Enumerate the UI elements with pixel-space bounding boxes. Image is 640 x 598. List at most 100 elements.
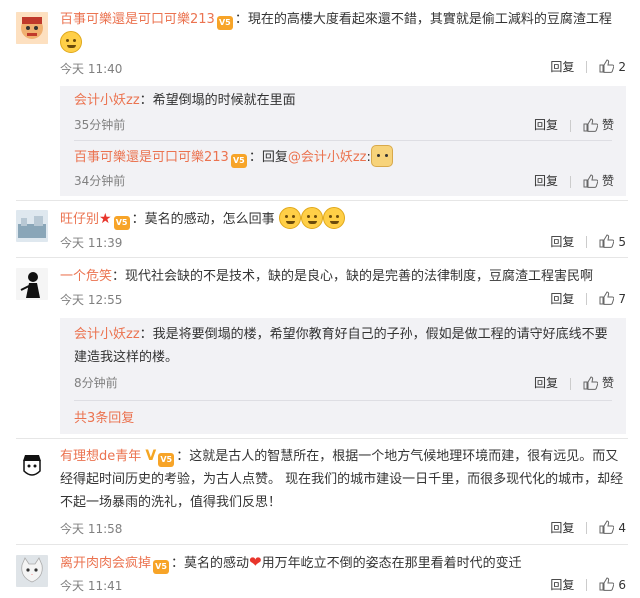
- divider: [569, 119, 571, 132]
- reply-button[interactable]: 回复: [550, 576, 574, 593]
- comment-actions: 回复 4: [550, 519, 626, 536]
- like-count: 2: [618, 59, 626, 74]
- username[interactable]: 旺仔别: [60, 212, 99, 227]
- mention-link[interactable]: @会计小妖zz: [288, 150, 367, 165]
- reply-button[interactable]: 回复: [550, 233, 574, 250]
- reply-button[interactable]: 回复: [534, 174, 558, 188]
- thumbs-up-icon: [583, 118, 598, 132]
- comment-actions: 回复 6: [550, 576, 626, 593]
- comment-3: 一个危笑：现代社会缺的不是技术，缺的是良心，缺的是完善的法律制度，豆腐渣工程害民…: [0, 258, 640, 438]
- heart-icon: ❤: [249, 553, 262, 571]
- username[interactable]: 有理想de青年: [60, 449, 141, 464]
- sub-reply-time: 35分钟前: [74, 118, 126, 132]
- comment-actions: 回复 7: [550, 290, 626, 307]
- comment-time: 今天 11:39: [60, 236, 123, 250]
- avatar[interactable]: [16, 555, 48, 587]
- sub-reply-actions: 回复 赞: [534, 172, 614, 189]
- avatar[interactable]: [16, 12, 48, 44]
- username[interactable]: 一个危笑: [60, 269, 112, 284]
- comment-time: 今天 11:40: [60, 62, 123, 76]
- sub-reply-box: 会计小妖zz：希望倒塌的时候就在里面 35分钟前 回复赞 百事可樂還是可口可樂2…: [60, 86, 626, 196]
- like-count: 5: [618, 234, 626, 249]
- reply-button[interactable]: 回复: [534, 118, 558, 132]
- like-label: 赞: [601, 376, 614, 390]
- sub-reply-time: 8分钟前: [74, 376, 118, 390]
- level-badge-icon: V5: [230, 154, 247, 168]
- reply-button[interactable]: 回复: [534, 376, 558, 390]
- like-button[interactable]: 赞: [583, 118, 614, 132]
- comment-1: 百事可樂還是可口可樂213 V5 ：現在的高樓大度看起來還不錯，其實就是偷工減料的豆…: [0, 0, 640, 200]
- comment-time: 今天 11:41: [60, 579, 123, 593]
- divider: [586, 521, 588, 534]
- thumbs-up-icon: [599, 520, 615, 535]
- reply-button[interactable]: 回复: [550, 58, 574, 75]
- grin-emoji-icon: [322, 207, 345, 229]
- like-button[interactable]: 赞: [583, 376, 614, 390]
- thumbs-up-icon: [583, 376, 598, 390]
- comment-text: ：現在的高樓大度看起來還不錯，其實就是偷工減料的豆腐渣工程: [234, 12, 612, 27]
- comment-5: 离开肉肉会疯掉 V5 ：莫名的感动❤用万年屹立不倒的姿态在那里看着时代的变迁 今天 …: [0, 545, 640, 598]
- avatar[interactable]: [16, 268, 48, 300]
- like-button[interactable]: 赞: [583, 174, 614, 188]
- divider: [569, 175, 571, 188]
- star-badge-icon: ★: [99, 211, 112, 227]
- verified-v-icon: V: [145, 448, 157, 464]
- sub-divider: [74, 400, 612, 401]
- like-button[interactable]: 4: [599, 520, 626, 535]
- username[interactable]: 百事可樂還是可口可樂213: [60, 12, 215, 27]
- like-label: 赞: [601, 174, 614, 188]
- divider: [586, 292, 588, 305]
- like-button[interactable]: 5: [599, 234, 626, 249]
- like-label: 赞: [601, 118, 614, 132]
- comment-actions: 回复 2: [550, 58, 626, 75]
- sub-divider: [74, 140, 612, 141]
- comment-2: 旺仔别★ V5 ：莫名的感动，怎么回事 今天 11:39 回复 5: [0, 200, 640, 256]
- divider: [586, 235, 588, 248]
- divider: [586, 60, 588, 73]
- like-button[interactable]: 6: [599, 577, 626, 592]
- thumbs-up-icon: [599, 291, 615, 306]
- sub-username[interactable]: 会计小妖zz: [74, 327, 140, 342]
- comment-time: 今天 11:58: [60, 522, 123, 536]
- like-count: 6: [618, 577, 626, 592]
- username[interactable]: 离开肉肉会疯掉: [60, 556, 151, 571]
- avatar[interactable]: [16, 210, 48, 242]
- sub-reply-text: ：希望倒塌的时候就在里面: [139, 93, 296, 108]
- reply-button[interactable]: 回复: [550, 519, 574, 536]
- comment-4: 有理想de青年 V V5 ：这就是古人的智慧所在，根据一个地方气候地理环境而建，很有…: [0, 439, 640, 543]
- sub-reply-text: ：回复: [248, 150, 288, 165]
- level-badge-icon: V5: [113, 216, 130, 230]
- avatar[interactable]: [16, 449, 48, 481]
- sub-username[interactable]: 会计小妖zz: [74, 93, 140, 108]
- divider: [586, 578, 588, 591]
- sub-reply-box: 会计小妖zz：我是将要倒塌的楼，希望你教育好自己的子孙，假如是做工程的请守好底线…: [60, 318, 626, 434]
- comment-text: ：现代社会缺的不是技术，缺的是良心，缺的是完善的法律制度，豆腐渣工程害民啊: [112, 269, 594, 284]
- like-button[interactable]: 7: [599, 291, 626, 306]
- grin-emoji-icon: [278, 207, 301, 229]
- sub-reply-text: ：我是将要倒塌的楼，希望你教育好自己的子孙，假如是做工程的请守好底线不要建造我这…: [74, 327, 608, 365]
- thumbs-up-icon: [599, 234, 615, 249]
- comment-text: ：莫名的感动: [171, 556, 250, 571]
- view-more-replies-link[interactable]: 共3条回复: [74, 407, 134, 426]
- comment-time: 今天 12:55: [60, 293, 123, 307]
- grin-emoji-icon: [300, 207, 323, 229]
- sub-reply-actions: 回复 赞: [534, 116, 614, 133]
- sub-reply-time: 34分钟前: [74, 174, 126, 188]
- level-badge-icon: V5: [153, 560, 170, 574]
- reply-button[interactable]: 回复: [550, 290, 574, 307]
- comment-text: ：莫名的感动，怎么回事: [131, 212, 275, 227]
- thumbs-up-icon: [599, 59, 615, 74]
- comment-actions: 回复 5: [550, 233, 626, 250]
- level-badge-icon: V5: [216, 16, 233, 30]
- like-button[interactable]: 2: [599, 59, 626, 74]
- level-badge-icon: V5: [158, 453, 175, 467]
- like-count: 4: [618, 520, 626, 535]
- dog-face-emoji-icon: [370, 145, 393, 167]
- thumbs-up-icon: [583, 174, 598, 188]
- comment-text-2: 用万年屹立不倒的姿态在那里看着时代的变迁: [261, 556, 522, 571]
- thumbs-up-icon: [599, 577, 615, 592]
- sub-username[interactable]: 百事可樂還是可口可樂213: [74, 150, 229, 165]
- sub-reply-actions: 回复 赞: [534, 374, 614, 391]
- sad-face-emoji-icon: [60, 31, 82, 53]
- divider: [569, 377, 571, 390]
